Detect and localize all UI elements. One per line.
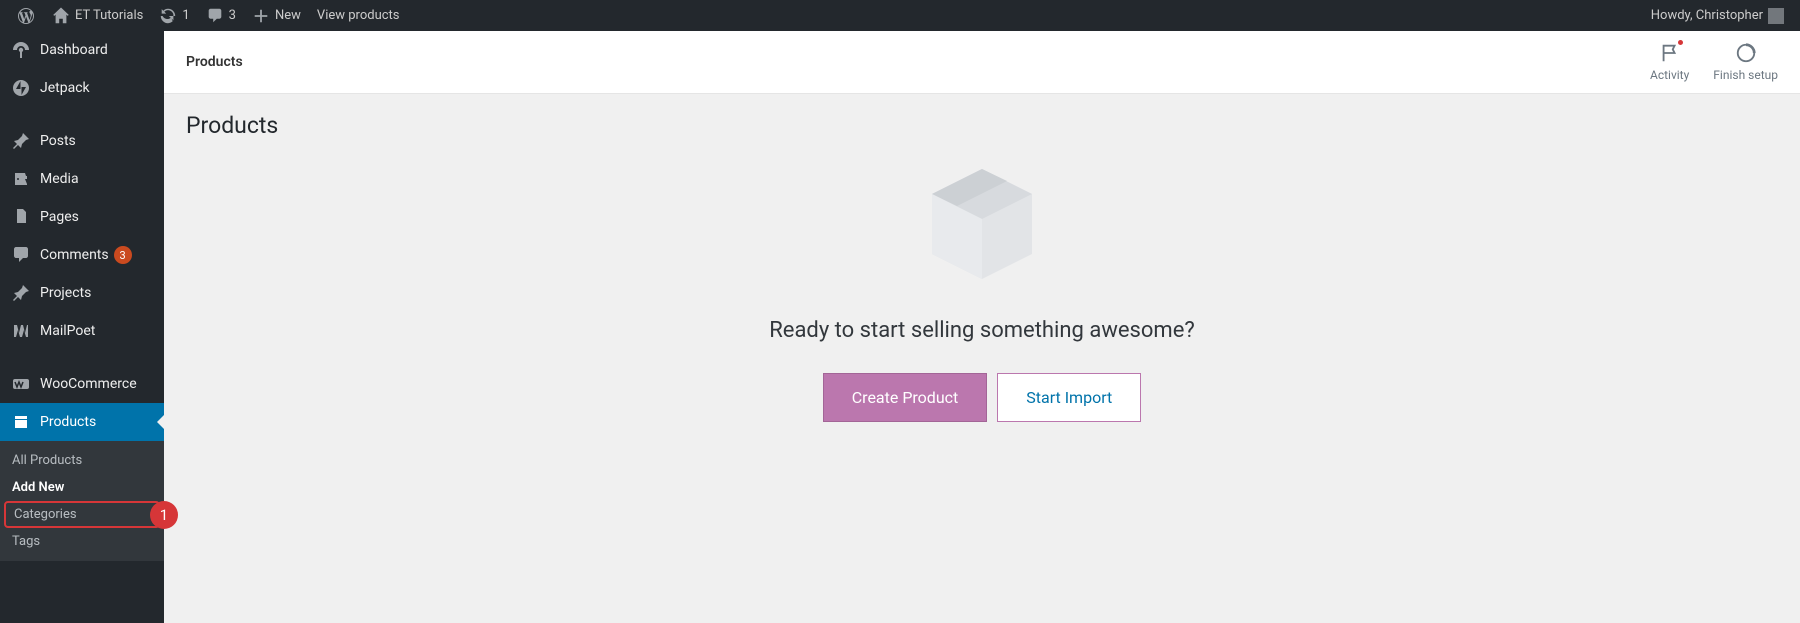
pages-icon <box>10 206 32 228</box>
submenu-categories[interactable]: Categories 1 <box>4 501 160 528</box>
menu-label: Pages <box>40 209 79 225</box>
updates-count: 1 <box>182 8 189 23</box>
empty-heading: Ready to start selling something awesome… <box>186 318 1778 343</box>
menu-label: MailPoet <box>40 323 95 339</box>
sidebar-item-projects[interactable]: Projects <box>0 274 164 312</box>
view-products-label: View products <box>317 8 400 23</box>
media-icon <box>10 168 32 190</box>
comments-icon <box>206 7 224 25</box>
site-name-label: ET Tutorials <box>75 8 143 23</box>
woocommerce-icon <box>10 373 32 395</box>
submenu-tags[interactable]: Tags <box>0 528 164 555</box>
my-account-menu[interactable]: Howdy, Christopher <box>1643 0 1792 31</box>
activity-label: Activity <box>1650 68 1689 82</box>
submenu-add-new[interactable]: Add New <box>0 474 164 501</box>
sidebar-item-pages[interactable]: Pages <box>0 198 164 236</box>
submenu-all-products[interactable]: All Products <box>0 447 164 474</box>
admin-bar: ET Tutorials 1 3 New View products Howdy… <box>0 0 1800 31</box>
flag-icon <box>1659 42 1681 64</box>
progress-icon <box>1735 42 1757 64</box>
breadcrumb: Products <box>186 54 243 70</box>
menu-label: Projects <box>40 285 91 301</box>
menu-label: Jetpack <box>40 80 90 96</box>
menu-label: Media <box>40 171 79 187</box>
finish-setup-button[interactable]: Finish setup <box>1713 42 1778 82</box>
menu-label: WooCommerce <box>40 376 137 392</box>
products-icon <box>10 411 32 433</box>
submenu-label: Categories <box>14 507 77 522</box>
sidebar-item-posts[interactable]: Posts <box>0 122 164 160</box>
page-title: Products <box>186 112 1778 139</box>
finish-setup-label: Finish setup <box>1713 68 1778 82</box>
new-label: New <box>275 8 301 23</box>
admin-sidebar: Dashboard Jetpack Posts Media Pages Comm… <box>0 31 164 623</box>
submenu-label: All Products <box>12 453 82 468</box>
menu-label: Products <box>40 414 96 430</box>
view-products-link[interactable]: View products <box>309 0 408 31</box>
plus-icon <box>252 7 270 25</box>
comments-menu[interactable]: 3 <box>198 0 244 31</box>
new-content-menu[interactable]: New <box>244 0 309 31</box>
menu-label: Comments <box>40 247 109 263</box>
greeting-text: Howdy, Christopher <box>1651 8 1763 23</box>
start-import-button[interactable]: Start Import <box>997 373 1141 422</box>
wordpress-icon <box>16 6 36 26</box>
avatar <box>1768 8 1784 24</box>
content-header: Products Activity Finish setup <box>164 31 1800 94</box>
sidebar-item-media[interactable]: Media <box>0 160 164 198</box>
sidebar-item-jetpack[interactable]: Jetpack <box>0 69 164 107</box>
menu-label: Posts <box>40 133 76 149</box>
sidebar-item-mailpoet[interactable]: MailPoet <box>0 312 164 350</box>
comments-badge: 3 <box>114 246 132 264</box>
activity-button[interactable]: Activity <box>1650 42 1689 82</box>
sidebar-item-dashboard[interactable]: Dashboard <box>0 31 164 69</box>
pin-icon <box>10 282 32 304</box>
comments-icon <box>10 244 32 266</box>
home-icon <box>52 7 70 25</box>
updates-icon <box>159 7 177 25</box>
mailpoet-icon <box>10 320 32 342</box>
sidebar-item-products[interactable]: Products <box>0 403 164 441</box>
site-name-menu[interactable]: ET Tutorials <box>44 0 151 31</box>
empty-state: Ready to start selling something awesome… <box>186 159 1778 422</box>
content-area: Products Activity Finish setup Products <box>164 31 1800 623</box>
products-submenu: All Products Add New Categories 1 Tags <box>0 441 164 561</box>
menu-label: Dashboard <box>40 42 108 58</box>
wp-logo-menu[interactable] <box>8 0 44 31</box>
sidebar-item-woocommerce[interactable]: WooCommerce <box>0 365 164 403</box>
dashboard-icon <box>10 39 32 61</box>
submenu-label: Tags <box>12 534 40 549</box>
comments-count: 3 <box>229 8 236 23</box>
submenu-label: Add New <box>12 480 64 495</box>
pin-icon <box>10 130 32 152</box>
package-icon <box>922 159 1042 293</box>
jetpack-icon <box>10 77 32 99</box>
sidebar-item-comments[interactable]: Comments 3 <box>0 236 164 274</box>
create-product-button[interactable]: Create Product <box>823 373 988 422</box>
updates-menu[interactable]: 1 <box>151 0 197 31</box>
